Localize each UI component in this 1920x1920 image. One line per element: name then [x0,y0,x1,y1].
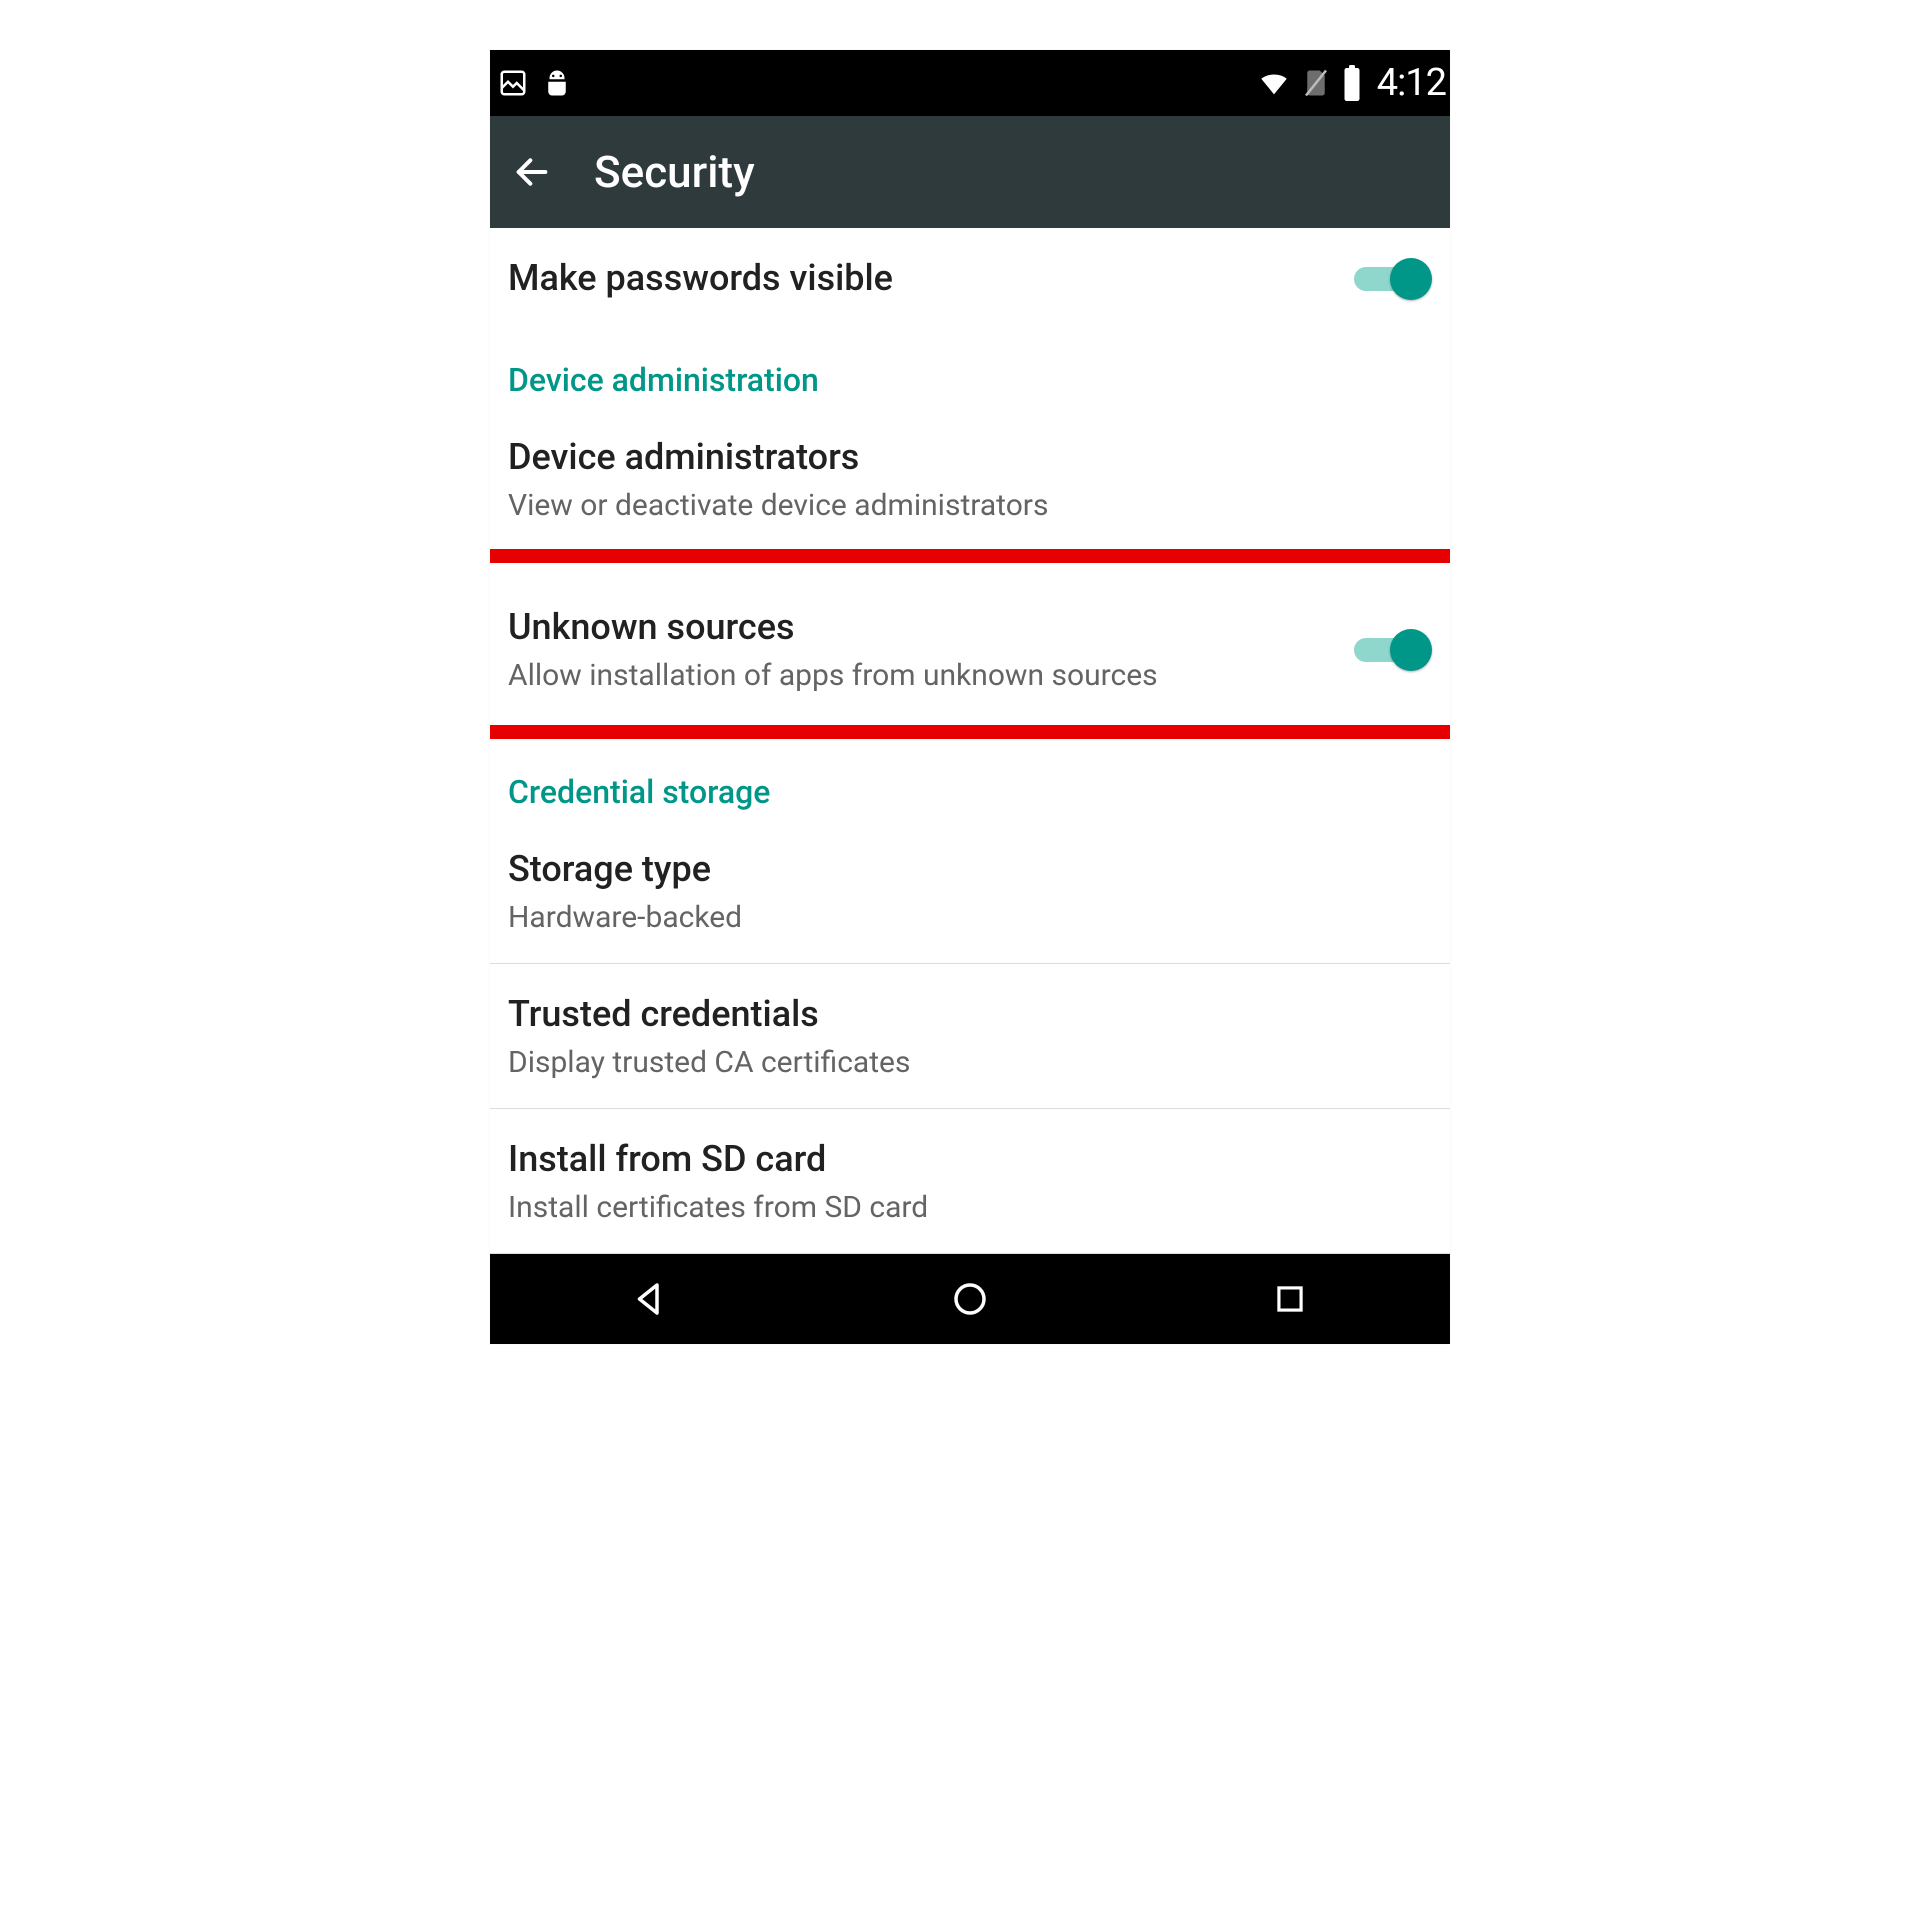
highlight-divider-top [490,549,1450,563]
status-bar: 4:12 [490,50,1450,116]
battery-icon [1341,65,1363,101]
nav-back-button[interactable] [620,1269,680,1329]
screenshot-icon [498,68,528,98]
row-title: Device administrators [508,435,1432,480]
no-sim-icon [1301,66,1331,100]
section-device-administration: Device administration [490,327,1450,407]
row-storage-type[interactable]: Storage type Hardware-backed [490,819,1450,964]
row-subtitle: Display trusted CA certificates [508,1043,1432,1082]
toggle-unknown-sources[interactable] [1354,629,1432,671]
page-title: Security [594,146,755,198]
row-make-passwords-visible[interactable]: Make passwords visible [490,228,1450,327]
row-subtitle: Hardware-backed [508,898,1432,937]
wifi-icon [1257,66,1291,100]
app-bar: Security [490,116,1450,228]
row-title: Trusted credentials [508,992,1432,1037]
row-title: Unknown sources [508,605,1338,650]
row-title: Install from SD card [508,1137,1432,1182]
row-install-from-sd[interactable]: Install from SD card Install certificate… [490,1109,1450,1254]
android-debug-icon [542,66,572,100]
toggle-make-passwords-visible[interactable] [1354,258,1432,300]
section-credential-storage: Credential storage [490,739,1450,819]
row-device-administrators[interactable]: Device administrators View or deactivate… [490,407,1450,549]
row-title: Make passwords visible [508,256,1338,301]
phone-frame: 4:12 Security Make passwords visible Dev… [490,50,1450,1344]
nav-home-button[interactable] [940,1269,1000,1329]
navigation-bar [490,1254,1450,1344]
nav-recent-button[interactable] [1260,1269,1320,1329]
back-button[interactable] [510,150,554,194]
status-time: 4:12 [1377,61,1446,105]
row-subtitle: View or deactivate device administrators [508,486,1432,525]
row-subtitle: Install certificates from SD card [508,1188,1432,1227]
spacer [490,563,1450,581]
settings-list: Make passwords visible Device administra… [490,228,1450,1254]
row-subtitle: Allow installation of apps from unknown … [508,656,1338,695]
row-trusted-credentials[interactable]: Trusted credentials Display trusted CA c… [490,964,1450,1109]
row-title: Storage type [508,847,1432,892]
row-unknown-sources[interactable]: Unknown sources Allow installation of ap… [490,581,1450,725]
highlight-divider-bottom [490,725,1450,739]
